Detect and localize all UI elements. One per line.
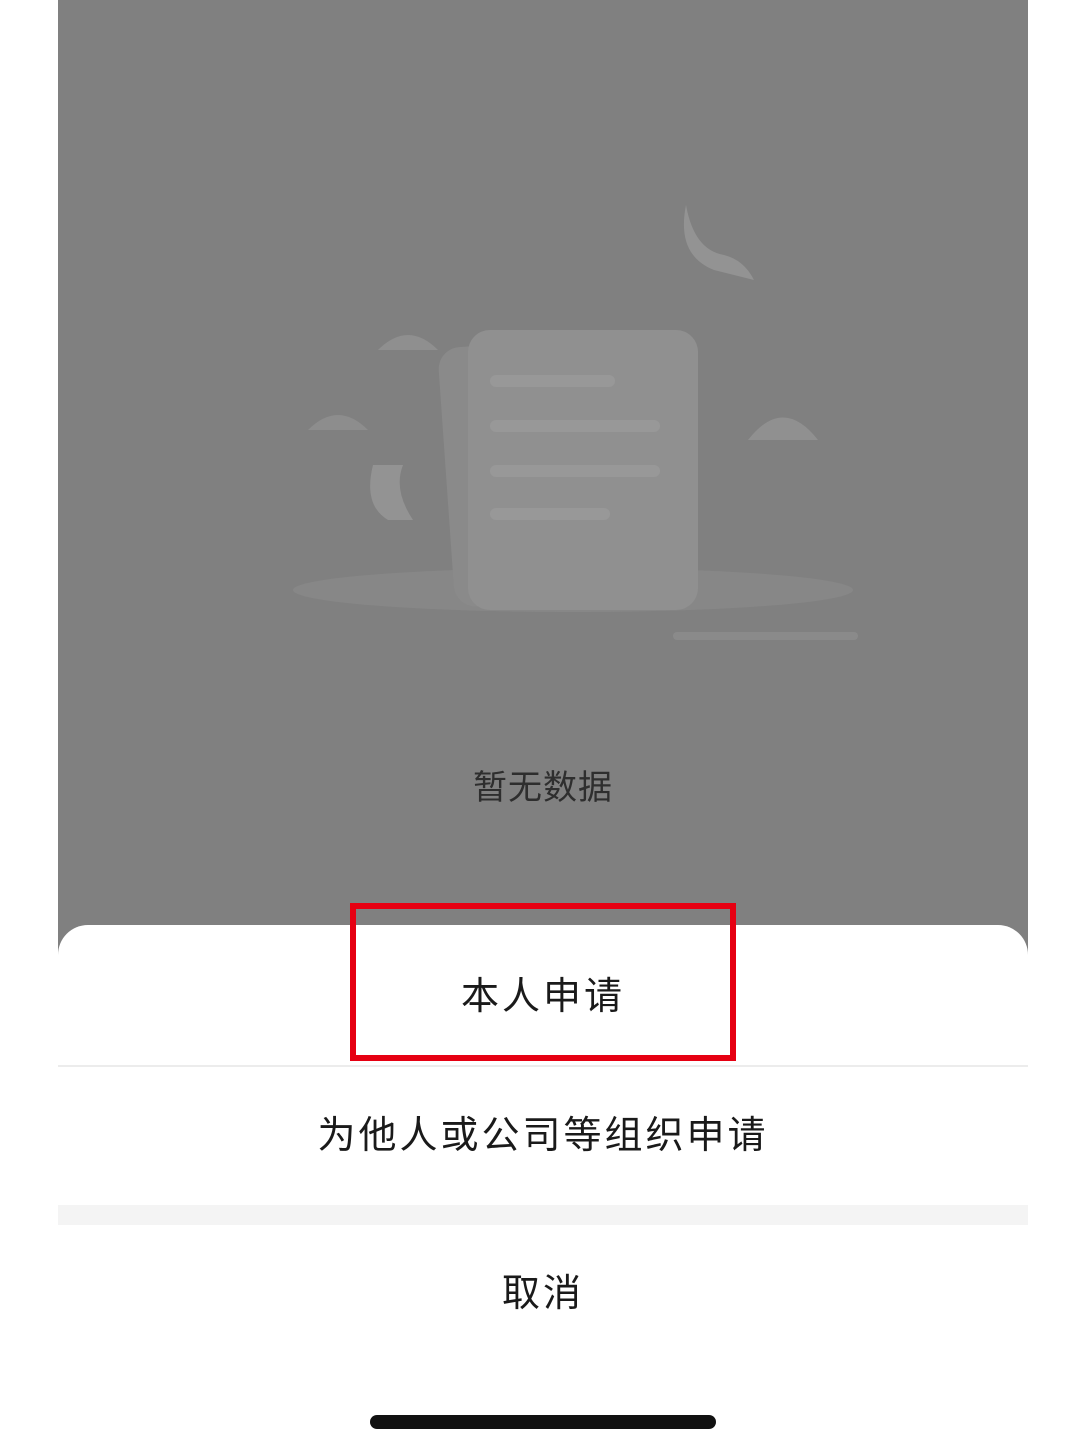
screen: 暂无数据 本人申请 为他人或公司等组织申请 取消 <box>58 0 1028 1443</box>
home-indicator[interactable] <box>370 1415 716 1429</box>
action-sheet: 本人申请 为他人或公司等组织申请 取消 <box>58 925 1028 1443</box>
cancel-separator <box>58 1205 1028 1225</box>
apply-for-others-option[interactable]: 为他人或公司等组织申请 <box>58 1067 1028 1205</box>
apply-for-self-option[interactable]: 本人申请 <box>58 925 1028 1065</box>
cancel-button[interactable]: 取消 <box>58 1225 1028 1361</box>
dimmed-background-overlay[interactable]: 暂无数据 <box>58 0 1028 1000</box>
empty-state-message: 暂无数据 <box>473 768 613 808</box>
empty-documents-icon <box>293 205 858 640</box>
